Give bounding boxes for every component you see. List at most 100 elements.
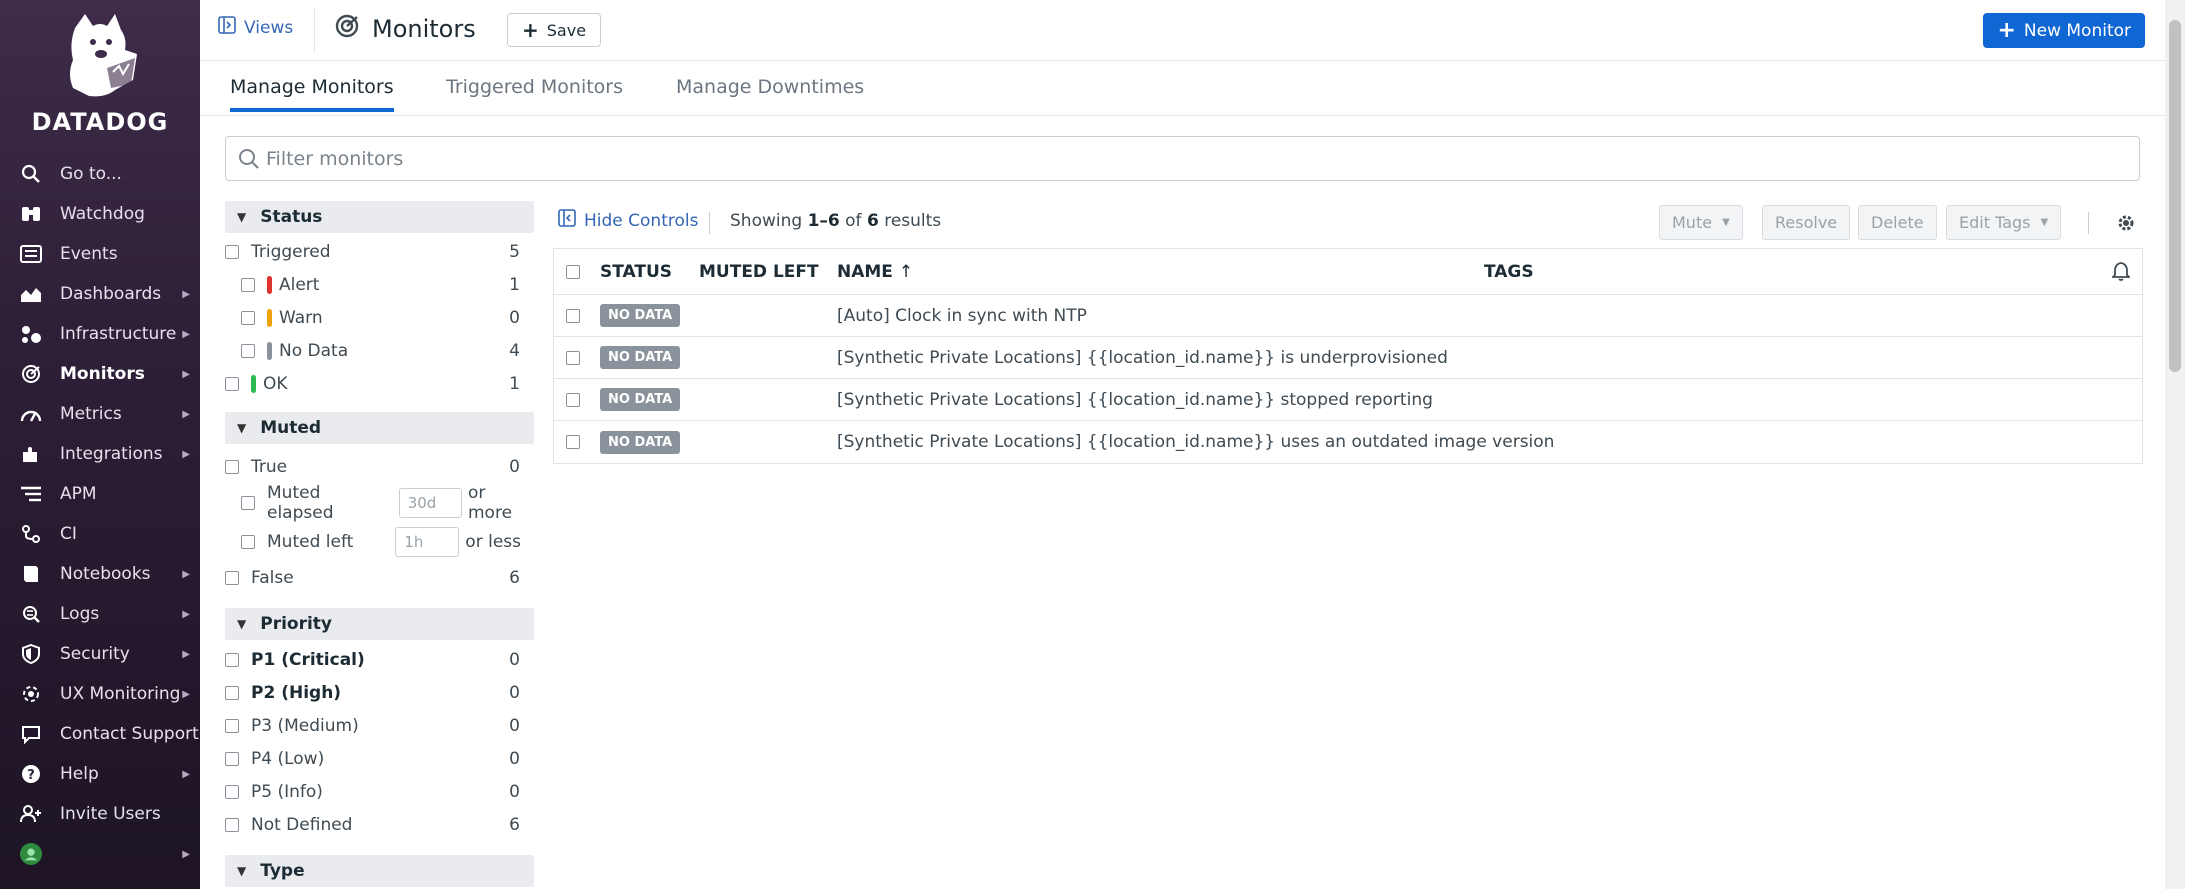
views-button[interactable]: Views: [218, 16, 293, 39]
sidebar-item-infrastructure[interactable]: Infrastructure ▶: [0, 314, 200, 354]
facet-header-priority[interactable]: ▼ Priority: [225, 608, 534, 640]
sidebar-item-ux-monitoring[interactable]: UX Monitoring ▶: [0, 674, 200, 714]
page-scrollbar[interactable]: [2165, 0, 2185, 889]
facet-title: Type: [260, 861, 305, 881]
facet-no-data[interactable]: No Data 4: [225, 334, 534, 367]
table-row[interactable]: NO DATA [Synthetic Private Locations] {{…: [554, 337, 2142, 379]
row-checkbox[interactable]: [566, 435, 580, 449]
sidebar-item-logs[interactable]: Logs ▶: [0, 594, 200, 634]
checkbox[interactable]: [225, 718, 239, 733]
checkbox[interactable]: [225, 817, 239, 832]
checkbox[interactable]: [225, 784, 239, 799]
facet-p2[interactable]: P2 (High) 0: [225, 676, 534, 709]
sidebar-item-integrations[interactable]: Integrations ▶: [0, 434, 200, 474]
sidebar-item-apm[interactable]: APM: [0, 474, 200, 514]
tab-manage-downtimes[interactable]: Manage Downtimes: [676, 76, 864, 98]
sidebar: DATADOG Go to... Watchdog Events Dashboa…: [0, 0, 200, 889]
monitor-name-link[interactable]: [Synthetic Private Locations] {{location…: [837, 432, 1554, 452]
resolve-button[interactable]: Resolve: [1762, 205, 1851, 240]
select-all-checkbox[interactable]: [566, 264, 580, 279]
hide-controls-button[interactable]: Hide Controls: [558, 209, 698, 232]
chevron-down-icon: ▼: [237, 421, 247, 435]
facet-header-muted[interactable]: ▼ Muted: [225, 412, 534, 444]
facet-p5[interactable]: P5 (Info) 0: [225, 775, 534, 808]
facet-label: Triggered: [251, 241, 331, 262]
facet-p4[interactable]: P4 (Low) 0: [225, 742, 534, 775]
facet-p3[interactable]: P3 (Medium) 0: [225, 709, 534, 742]
checkbox[interactable]: [225, 652, 239, 667]
facet-muted-left[interactable]: Muted left 1h or less: [225, 523, 534, 561]
scrollbar-thumb[interactable]: [2169, 20, 2181, 372]
checkbox[interactable]: [241, 310, 255, 325]
filter-monitors-input[interactable]: Filter monitors: [225, 136, 2140, 181]
save-button[interactable]: + Save: [507, 13, 602, 47]
new-monitor-button[interactable]: + New Monitor: [1983, 13, 2145, 48]
sidebar-item-security[interactable]: Security ▶: [0, 634, 200, 674]
checkbox[interactable]: [225, 244, 239, 259]
table-row[interactable]: NO DATA [Auto] Clock in sync with NTP: [554, 295, 2142, 337]
monitor-name-link[interactable]: [Synthetic Private Locations] {{location…: [837, 348, 1448, 368]
table-row[interactable]: NO DATA [Synthetic Private Locations] {{…: [554, 421, 2142, 463]
facet-muted-elapsed[interactable]: Muted elapsed 30d or more: [225, 483, 534, 523]
sidebar-item-label: Infrastructure: [60, 324, 177, 344]
muted-elapsed-input[interactable]: 30d: [398, 488, 462, 518]
facet-header-type[interactable]: ▼ Type: [225, 855, 534, 887]
sidebar-item-notebooks[interactable]: Notebooks ▶: [0, 554, 200, 594]
checkbox[interactable]: [225, 570, 239, 585]
column-tags[interactable]: TAGS: [1484, 262, 1534, 282]
sidebar-item-ci[interactable]: CI: [0, 514, 200, 554]
gear-icon[interactable]: [2116, 213, 2136, 238]
sidebar-item-help[interactable]: ? Help ▶: [0, 754, 200, 794]
sidebar-item-metrics[interactable]: Metrics ▶: [0, 394, 200, 434]
row-checkbox[interactable]: [566, 392, 580, 407]
facet-alert[interactable]: Alert 1: [225, 268, 534, 301]
row-checkbox[interactable]: [566, 308, 580, 323]
tab-manage-monitors[interactable]: Manage Monitors: [230, 76, 394, 112]
facet-count: 1: [509, 373, 520, 394]
panel-collapse-icon: [558, 209, 576, 232]
table-row[interactable]: NO DATA [Synthetic Private Locations] {{…: [554, 379, 2142, 421]
facet-muted-false[interactable]: False 6: [225, 561, 534, 594]
facet-ok[interactable]: OK 1: [225, 367, 534, 400]
checkbox[interactable]: [225, 459, 239, 474]
mute-label: Mute: [1672, 213, 1713, 232]
checkbox[interactable]: [241, 535, 255, 549]
bell-icon[interactable]: [2110, 261, 2132, 286]
sidebar-item-goto[interactable]: Go to...: [0, 154, 200, 194]
sidebar-item-events[interactable]: Events: [0, 234, 200, 274]
chevron-down-icon: ▼: [237, 864, 247, 878]
sidebar-item-label: Integrations: [60, 444, 163, 464]
sidebar-item-invite-users[interactable]: Invite Users: [0, 794, 200, 834]
delete-button[interactable]: Delete: [1858, 205, 1937, 240]
monitor-name-link[interactable]: [Auto] Clock in sync with NTP: [837, 306, 1087, 326]
checkbox[interactable]: [241, 496, 255, 510]
column-name[interactable]: NAME ↑: [837, 262, 913, 282]
edit-tags-button[interactable]: Edit Tags ▼: [1946, 205, 2062, 240]
checkbox[interactable]: [225, 376, 239, 391]
facet-header-status[interactable]: ▼ Status: [225, 201, 534, 233]
status-badge: NO DATA: [600, 304, 681, 327]
checkbox[interactable]: [241, 343, 255, 358]
datadog-logo[interactable]: DATADOG: [0, 8, 200, 138]
facet-not-defined[interactable]: Not Defined 6: [225, 808, 534, 841]
column-status[interactable]: STATUS: [600, 262, 672, 282]
page-title-text: Monitors: [372, 15, 476, 43]
facet-warn[interactable]: Warn 0: [225, 301, 534, 334]
sidebar-item-account[interactable]: ▶: [0, 834, 200, 874]
sidebar-item-monitors[interactable]: Monitors ▶: [0, 354, 200, 394]
facet-triggered[interactable]: Triggered 5: [225, 235, 534, 268]
facet-p1[interactable]: P1 (Critical) 0: [225, 643, 534, 676]
checkbox[interactable]: [225, 685, 239, 700]
sidebar-item-dashboards[interactable]: Dashboards ▶: [0, 274, 200, 314]
row-checkbox[interactable]: [566, 350, 580, 365]
sidebar-item-contact-support[interactable]: Contact Support: [0, 714, 200, 754]
sidebar-item-watchdog[interactable]: Watchdog: [0, 194, 200, 234]
checkbox[interactable]: [241, 277, 255, 292]
tab-triggered-monitors[interactable]: Triggered Monitors: [446, 76, 623, 98]
monitor-name-link[interactable]: [Synthetic Private Locations] {{location…: [837, 390, 1433, 410]
facet-muted-true[interactable]: True 0: [225, 450, 534, 483]
mute-button[interactable]: Mute ▼: [1659, 205, 1743, 240]
checkbox[interactable]: [225, 751, 239, 766]
column-muted-left[interactable]: MUTED LEFT: [699, 262, 819, 282]
muted-left-input[interactable]: 1h: [395, 527, 460, 557]
